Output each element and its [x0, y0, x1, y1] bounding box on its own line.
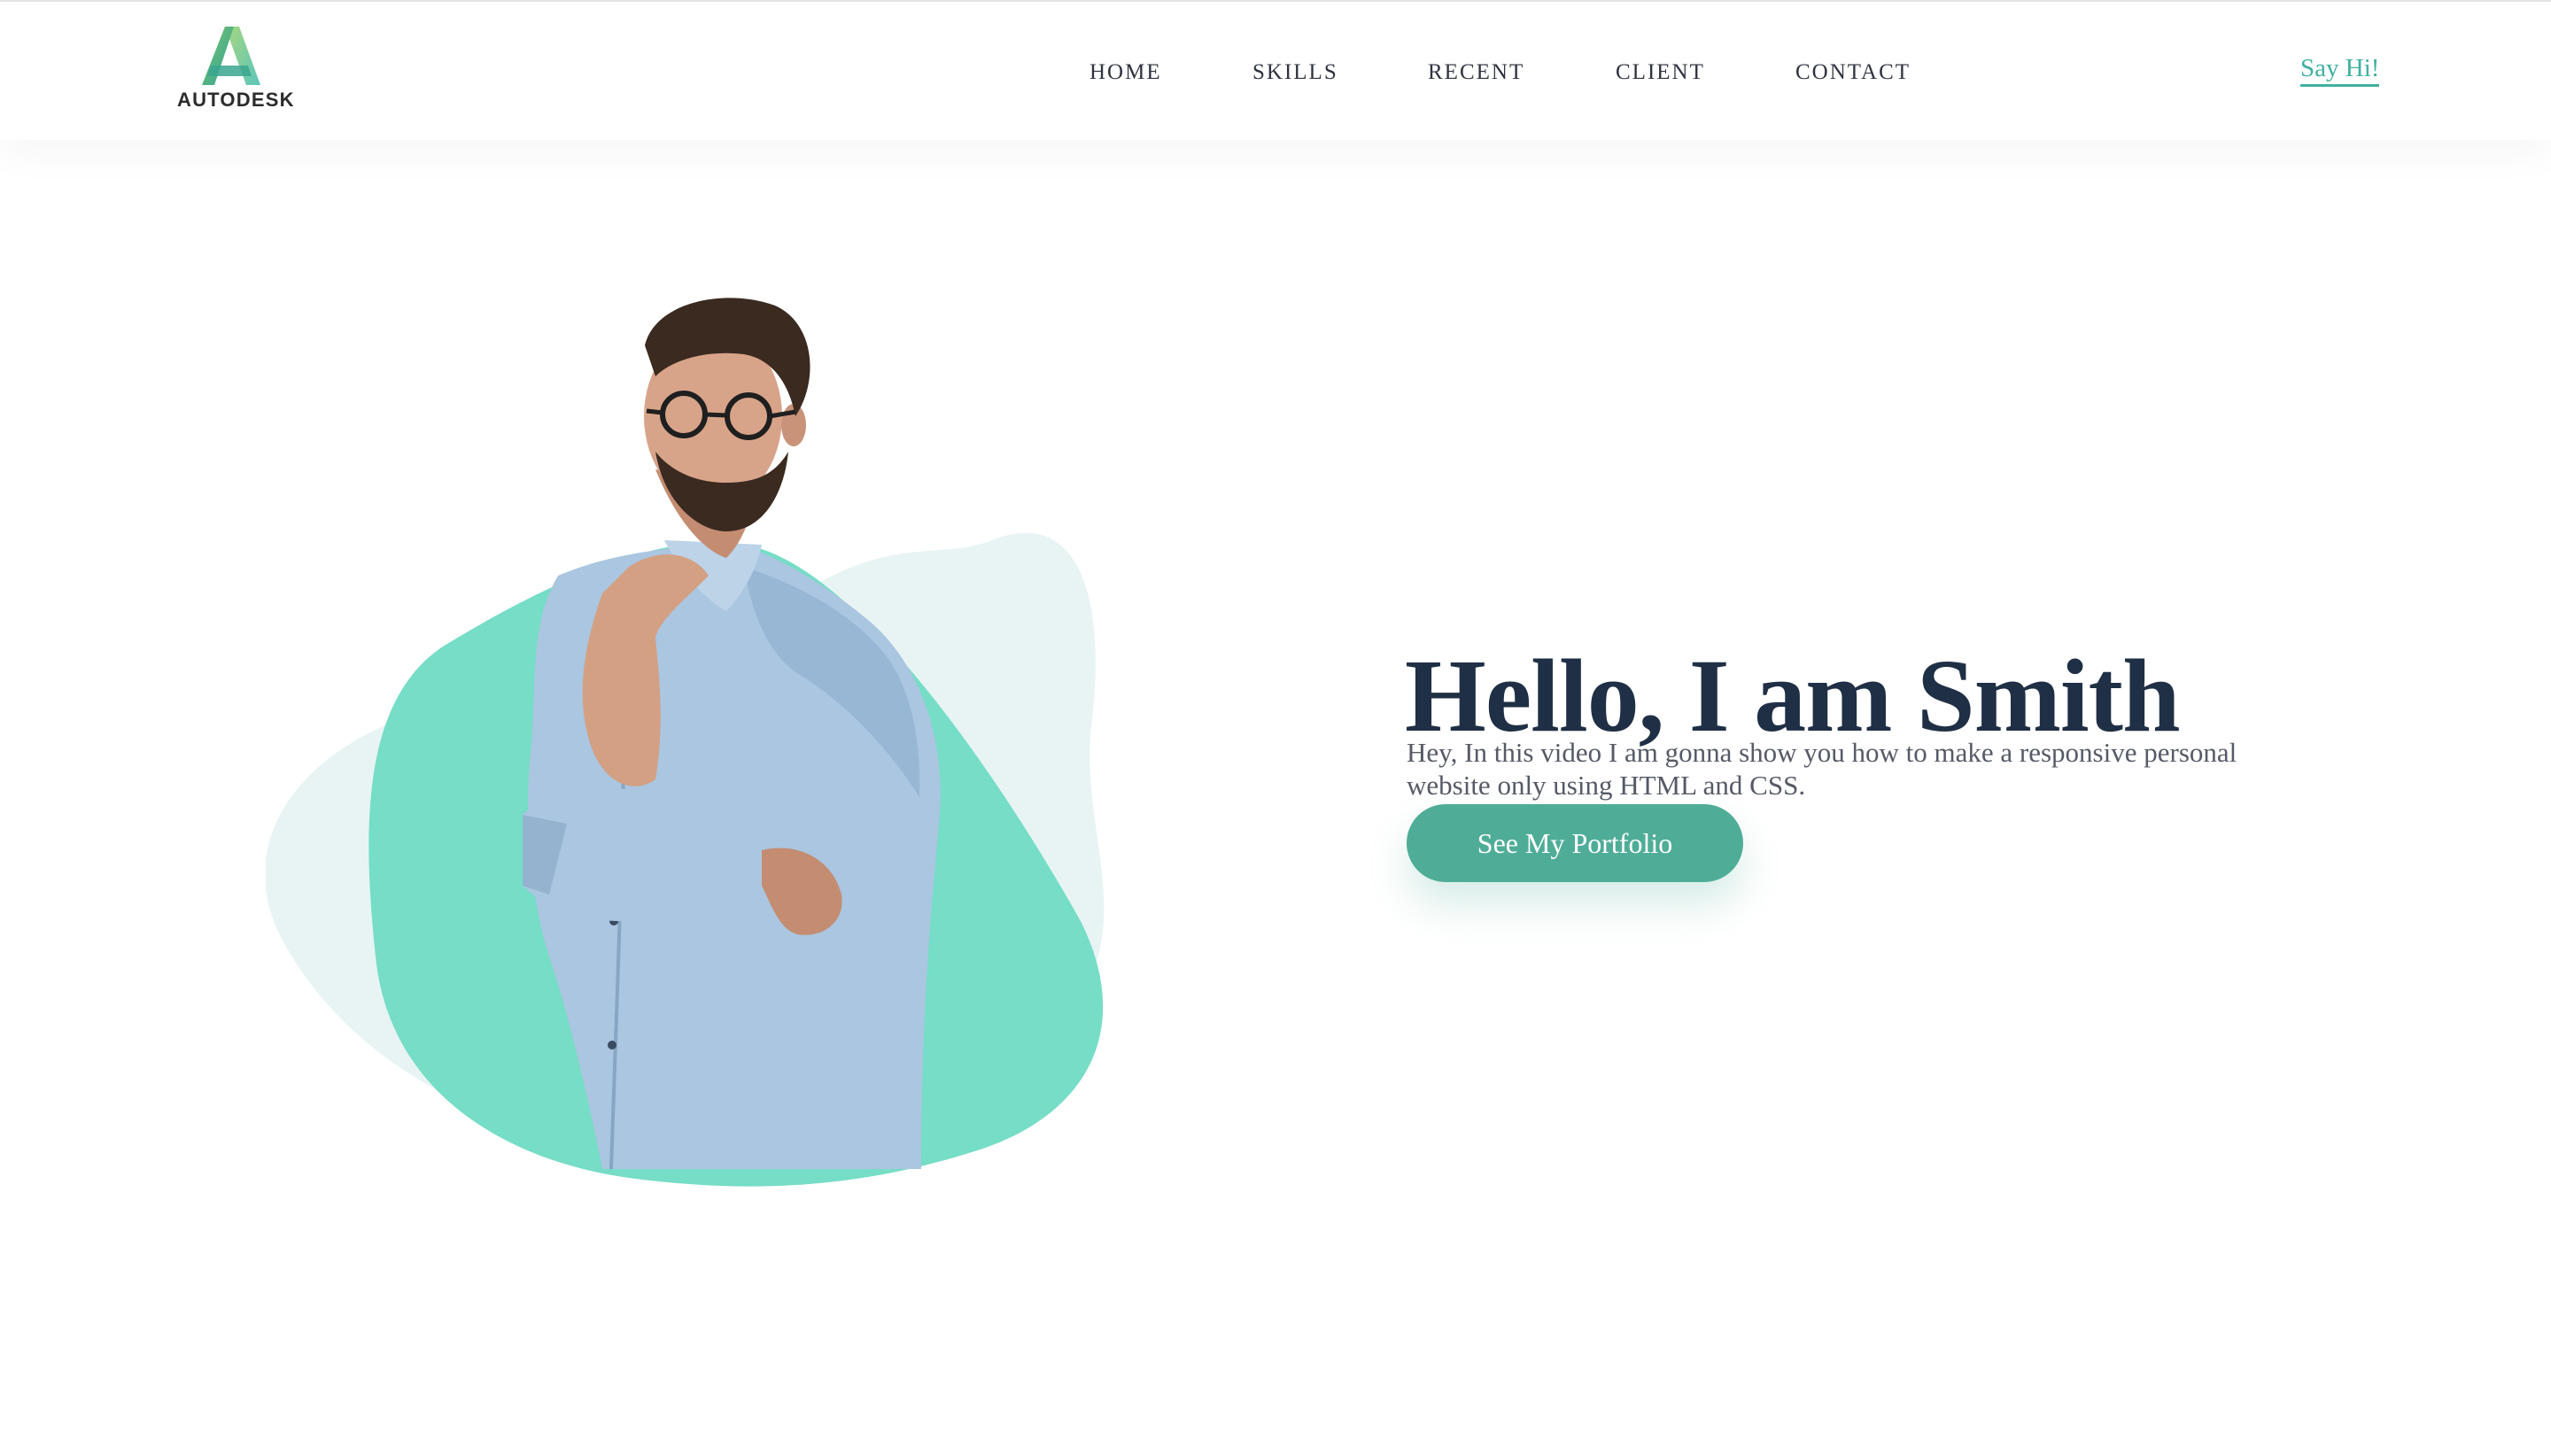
logo-link[interactable]: AUTODESK	[175, 25, 293, 113]
page: AUTODESK HOME SKILLS RECENT CLIENT CONTA…	[0, 0, 2551, 1456]
logo-text: AUTODESK	[177, 89, 295, 111]
nav-item-recent[interactable]: RECENT	[1428, 60, 1524, 85]
hero-illustration-graphic	[265, 298, 1105, 1187]
hero-description: Hey, In this video I am gonna show you h…	[1407, 737, 2237, 801]
person-photo	[523, 298, 941, 1170]
nav-item-client[interactable]: CLIENT	[1616, 60, 1705, 85]
say-hi-link[interactable]: Say Hi!	[2300, 54, 2380, 87]
autodesk-logo-icon	[202, 27, 260, 85]
nav-item-home[interactable]: HOME	[1089, 60, 1162, 85]
hero-illustration	[265, 283, 1143, 1187]
nav-item-contact[interactable]: CONTACT	[1795, 60, 1911, 85]
nav-item-skills[interactable]: SKILLS	[1252, 60, 1338, 85]
site-header: AUTODESK HOME SKILLS RECENT CLIENT CONTA…	[0, 0, 2551, 140]
see-portfolio-button[interactable]: See My Portfolio	[1407, 804, 1743, 882]
